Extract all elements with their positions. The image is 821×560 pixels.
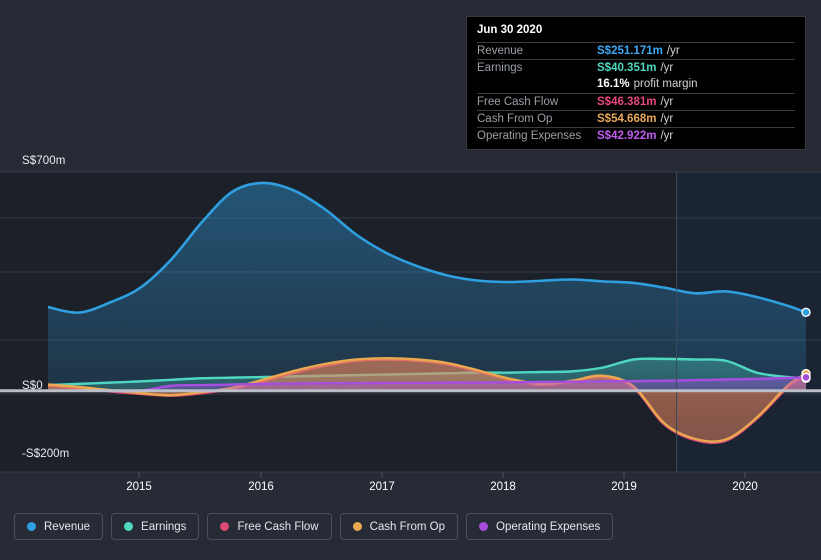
tooltip-row-label: Free Cash Flow [477,96,559,108]
tooltip-row-label: Revenue [477,45,524,57]
tooltip-row-unit: /yr [660,62,674,74]
chart-page: S$700m S$0 -S$200m 2015 2016 2017 2018 2019 202… [0,0,821,560]
x-tick-label: 2016 [248,481,274,493]
legend-item-label: Operating Expenses [496,520,601,533]
x-tick-label: 2018 [490,481,516,493]
legend-dot-icon [220,522,230,531]
x-tick-label: 2015 [126,481,152,493]
tooltip-row: Cash From Op S$54.668m/yr [477,110,795,127]
tooltip-row: Revenue S$251.171m/yr [477,42,795,59]
tooltip-row-unit: /yr [660,113,674,125]
tooltip-row-value: S$251.171m [597,45,663,57]
legend-item-label: Free Cash Flow [237,520,319,533]
tooltip-row-unit: profit margin [633,78,698,90]
tooltip-row: Earnings S$40.351m/yr [477,59,795,76]
tooltip-row-value: S$54.668m [597,113,657,125]
legend-item-label: Cash From Op [369,520,446,533]
x-tick-label: 2020 [732,481,758,493]
tooltip-row: Operating Expenses S$42.922m/yr [477,127,795,144]
legend-dot-icon [27,522,36,531]
tooltip-row-label: Operating Expenses [477,130,582,142]
tooltip-row-value: 16.1% [597,78,630,90]
tooltip-row-value: S$40.351m [597,62,657,74]
x-tick-label: 2019 [611,481,637,493]
legend-item-label: Earnings [141,520,187,533]
tooltip-row-unit: /yr [660,130,674,142]
tooltip-row: Free Cash Flow S$46.381m/yr [477,93,795,110]
chart-legend: Revenue Earnings Free Cash Flow Cash From O… [14,513,614,540]
tooltip-row-unit: /yr [666,45,680,57]
tooltip-row-label: Earnings [477,62,523,74]
tooltip-row-unit: /yr [660,96,674,108]
legend-item-operating-expenses[interactable]: Operating Expenses [466,513,614,540]
chart-tooltip: Jun 30 2020 Revenue S$251.171m/yr Earnings… [466,16,806,150]
legend-item-revenue[interactable]: Revenue [14,513,104,540]
tooltip-rows: Revenue S$251.171m/yr Earnings S$40.351m/yr… [477,42,795,144]
y-tick-label: S$0 [22,380,43,392]
y-tick-label: -S$200m [22,448,70,460]
legend-dot-icon [352,522,362,531]
tooltip-row-value: S$46.381m [597,96,657,108]
tooltip-row: 16.1% profit margin [477,76,795,93]
tooltip-date: Jun 30 2020 [477,24,543,36]
legend-item-free-cash-flow[interactable]: Free Cash Flow [207,513,332,540]
x-tick-label: 2017 [369,481,395,493]
legend-item-earnings[interactable]: Earnings [111,513,200,540]
legend-dot-icon [479,522,489,531]
tooltip-row-label: Cash From Op [477,113,553,125]
legend-item-cash-from-op[interactable]: Cash From Op [339,513,459,540]
tooltip-row-value: S$42.922m [597,130,657,142]
legend-item-label: Revenue [44,520,91,533]
y-tick-label: S$700m [22,155,66,167]
legend-dot-icon [124,522,134,531]
